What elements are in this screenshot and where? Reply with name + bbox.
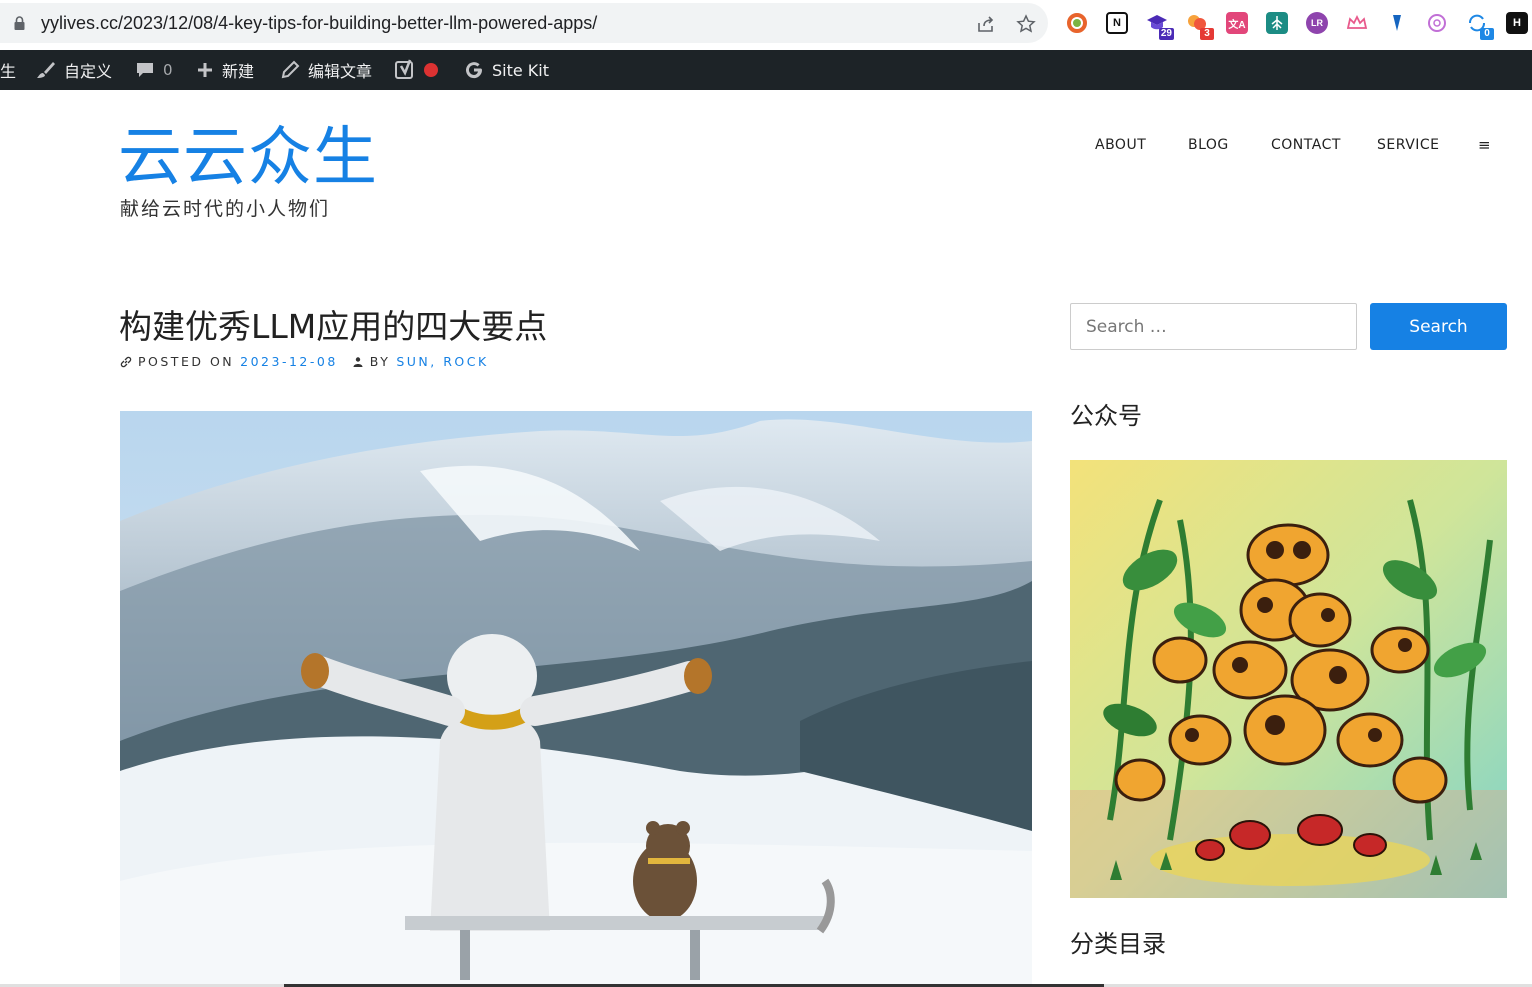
search-button[interactable]: Search <box>1370 303 1507 350</box>
nav-contact[interactable]: CONTACT <box>1271 137 1341 157</box>
edit-label: 编辑文章 <box>308 62 373 81</box>
address-bar[interactable]: yylives.cc/2023/12/08/4-key-tips-for-bui… <box>0 3 1048 43</box>
bookmark-star-icon[interactable] <box>1016 14 1036 34</box>
admin-new[interactable]: 新建 <box>196 50 254 90</box>
admin-site-name[interactable]: 生 <box>0 50 16 90</box>
url-text[interactable]: yylives.cc/2023/12/08/4-key-tips-for-bui… <box>41 13 597 34</box>
comments-count: 0 <box>163 61 173 79</box>
google-g-icon <box>466 62 483 79</box>
badge-count: 3 <box>1200 28 1214 40</box>
translate-icon-label: 文A <box>1228 19 1246 31</box>
search-input[interactable] <box>1070 303 1357 350</box>
admin-yoast[interactable] <box>394 50 438 90</box>
wp-admin-bar: 生 自定义 0 新建 编辑文章 Site Kit <box>0 50 1532 90</box>
share-icon[interactable] <box>976 14 996 34</box>
admin-comments[interactable]: 0 <box>135 50 173 90</box>
lock-icon <box>14 16 25 30</box>
site-title[interactable]: 云云众生 <box>118 122 378 194</box>
by-label: BY <box>369 354 391 369</box>
plus-icon <box>198 63 212 77</box>
wechat-promo-image <box>1070 460 1507 898</box>
h-logo-icon[interactable]: H <box>1506 12 1528 34</box>
badge-count: 29 <box>1158 28 1174 40</box>
h-logo-label: H <box>1513 17 1521 29</box>
sitekit-label: Site Kit <box>492 60 550 80</box>
lr-icon-label: LR <box>1311 18 1323 28</box>
browser-toolbar: yylives.cc/2023/12/08/4-key-tips-for-bui… <box>0 0 1532 50</box>
post-title: 构建优秀LLM应用的四大要点 <box>119 307 548 346</box>
seo-status-dot-icon <box>424 63 438 77</box>
translate-icon[interactable]: 文A <box>1226 12 1248 34</box>
admin-sitekit[interactable]: Site Kit <box>464 50 549 90</box>
openai-icon[interactable] <box>1426 12 1448 34</box>
yoast-icon <box>395 59 413 79</box>
notion-icon[interactable]: N <box>1106 12 1128 34</box>
comment-icon <box>137 63 153 77</box>
notion-icon-label: N <box>1113 17 1121 29</box>
nav-blog[interactable]: BLOG <box>1188 137 1229 157</box>
chrome-extension-orange-ring[interactable] <box>1066 12 1088 34</box>
bookmark-blue-icon[interactable] <box>1386 12 1408 34</box>
crown-icon[interactable] <box>1346 12 1368 34</box>
badge-count: 0 <box>1480 28 1494 40</box>
user-icon <box>353 356 363 367</box>
menu-toggle-icon[interactable]: ≡ <box>1478 136 1491 154</box>
post-authors-link[interactable]: SUN, ROCK <box>396 354 488 369</box>
pills-icon[interactable]: 3 <box>1186 12 1214 40</box>
nav-service[interactable]: SERVICE <box>1377 137 1440 157</box>
link-icon <box>120 356 132 367</box>
customize-label: 自定义 <box>64 62 113 81</box>
post-meta: POSTED ON 2023-12-08 BY SUN, ROCK <box>120 354 489 369</box>
widget-title-wechat: 公众号 <box>1070 402 1142 430</box>
posted-on-label: POSTED ON <box>138 354 235 369</box>
widget-title-categories: 分类目录 <box>1070 930 1166 958</box>
site-tagline: 献给云时代的小人物们 <box>120 198 331 220</box>
site-name-label: 生 <box>0 62 17 81</box>
admin-edit-post[interactable]: 编辑文章 <box>280 50 372 90</box>
admin-customize[interactable]: 自定义 <box>36 50 112 90</box>
lr-icon[interactable]: LR <box>1306 12 1328 34</box>
new-label: 新建 <box>222 62 255 81</box>
pencil-icon <box>281 60 300 79</box>
brush-icon <box>37 62 55 78</box>
tree-icon[interactable] <box>1266 12 1288 34</box>
sync-icon[interactable]: 0 <box>1466 12 1494 40</box>
graduation-cap-icon[interactable]: 29 <box>1146 12 1174 40</box>
featured-image <box>120 411 1032 987</box>
post-date-link[interactable]: 2023-12-08 <box>240 354 338 369</box>
nav-about[interactable]: ABOUT <box>1095 137 1146 157</box>
